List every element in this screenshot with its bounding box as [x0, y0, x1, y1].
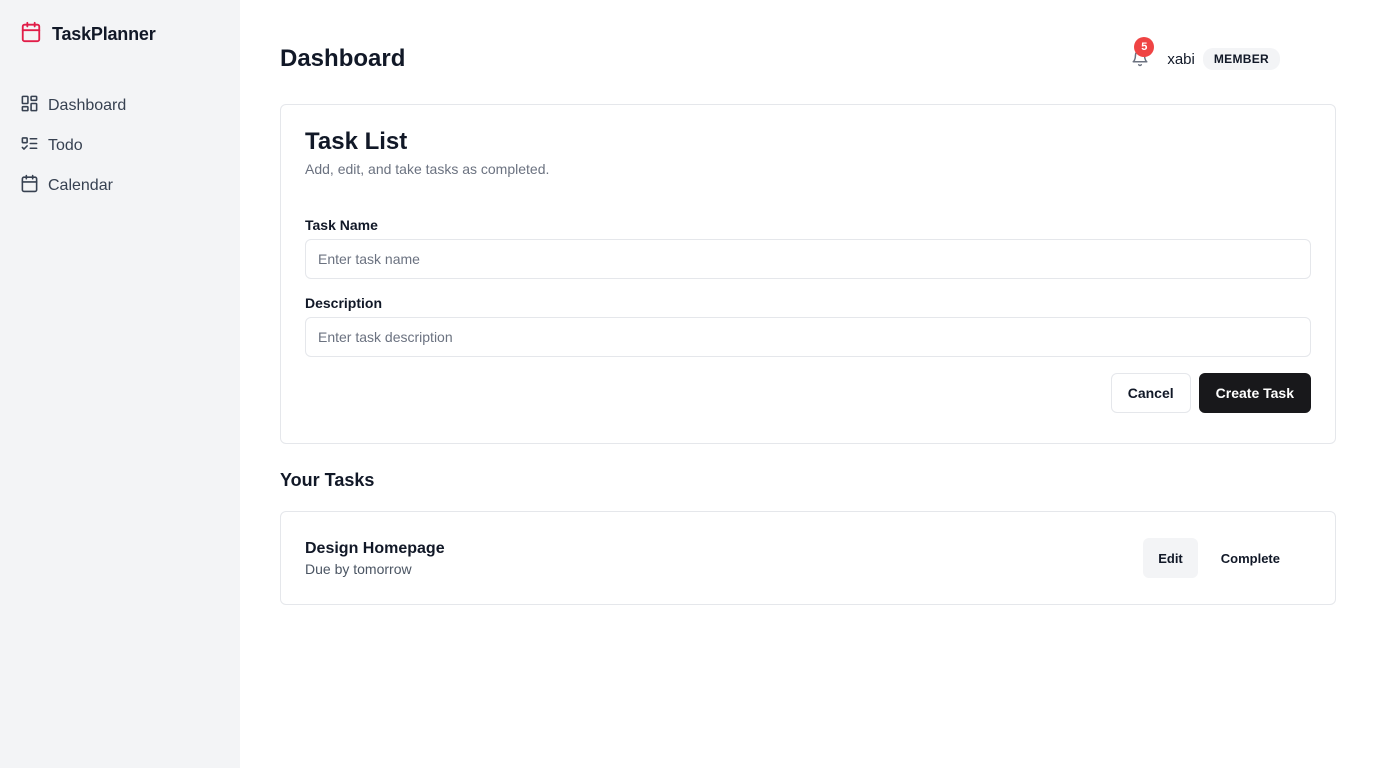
task-name: Design Homepage — [305, 539, 445, 557]
task-info: Design Homepage Due by tomorrow — [305, 540, 445, 577]
sidebar-item-label: Todo — [48, 137, 83, 154]
sidebar-nav: Dashboard Todo Calendar — [20, 86, 220, 206]
notification-count-badge: 5 — [1134, 37, 1155, 57]
page-title: Dashboard — [280, 45, 406, 72]
task-name-label: Task Name — [305, 217, 378, 233]
username[interactable]: xabi — [1167, 51, 1195, 68]
task-form-subtitle: Add, edit, and take tasks as completed. — [305, 161, 550, 177]
sidebar-item-label: Calendar — [48, 177, 113, 194]
sidebar: TaskPlanner Dashboard Todo Calendar — [0, 0, 240, 768]
create-task-button[interactable]: Create Task — [1198, 373, 1311, 413]
brand-name: TaskPlanner — [52, 23, 156, 44]
checklist-icon — [20, 134, 39, 158]
task-form-card: Task List Add, edit, and take tasks as c… — [280, 104, 1336, 444]
role-badge: MEMBER — [1202, 48, 1280, 70]
main-content: Dashboard 5 xabi MEMBER Task List Add, e… — [240, 0, 1376, 768]
your-tasks-title: Your Tasks — [280, 470, 375, 490]
notifications-button[interactable]: 5 — [1131, 37, 1155, 69]
calendar-icon — [20, 21, 42, 48]
form-actions: Cancel Create Task — [305, 373, 1311, 413]
sidebar-item-calendar[interactable]: Calendar — [20, 166, 220, 206]
complete-task-button[interactable]: Complete — [1206, 538, 1295, 578]
topbar: Dashboard 5 xabi MEMBER — [280, 0, 1336, 120]
user-area: 5 xabi MEMBER — [1131, 37, 1280, 70]
task-due: Due by tomorrow — [305, 560, 412, 577]
edit-task-button[interactable]: Edit — [1143, 538, 1198, 578]
sidebar-item-todo[interactable]: Todo — [20, 126, 220, 166]
task-form-title: Task List — [305, 128, 408, 155]
app-root: TaskPlanner Dashboard Todo Calendar Dash… — [0, 0, 1376, 768]
task-name-input[interactable] — [305, 239, 1311, 279]
sidebar-item-dashboard[interactable]: Dashboard — [20, 86, 220, 126]
sidebar-item-label: Dashboard — [48, 97, 127, 114]
description-input[interactable] — [305, 317, 1311, 357]
calendar-icon — [20, 174, 39, 198]
description-label: Description — [305, 295, 383, 311]
dashboard-grid-icon — [20, 94, 39, 118]
task-item: Design Homepage Due by tomorrow Edit Com… — [280, 511, 1336, 605]
task-name-field: Task Name — [305, 217, 1311, 279]
cancel-button[interactable]: Cancel — [1110, 373, 1191, 413]
brand[interactable]: TaskPlanner — [20, 21, 220, 48]
task-actions: Edit Complete — [1143, 538, 1295, 578]
description-field: Description — [305, 295, 1311, 357]
